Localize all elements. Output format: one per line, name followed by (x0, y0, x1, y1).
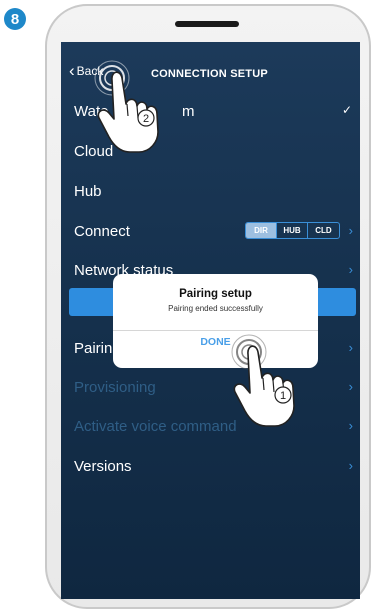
segment-cld[interactable]: CLD (308, 223, 339, 238)
menu-item-label: Pairin (74, 339, 113, 357)
menu-item-activate-voice-command: Activate voice command › (61, 407, 360, 445)
phone-screen: ‹ Back CONNECTION SETUP Wate m ✓ Cloud H… (61, 42, 360, 599)
chevron-right-icon: › (348, 379, 353, 394)
back-button[interactable]: ‹ Back (69, 61, 104, 80)
chevron-right-icon: › (348, 340, 353, 355)
page-title: CONNECTION SETUP (151, 68, 268, 80)
dialog-divider (113, 330, 318, 331)
menu-item-label: Versions (74, 457, 132, 475)
pairing-setup-dialog: Pairing setup Pairing ended successfully… (113, 274, 318, 368)
back-button-label: Back (76, 64, 104, 78)
connection-mode-segmented-control: DIR HUB CLD (245, 222, 340, 239)
navigation-bar: ‹ Back CONNECTION SETUP (61, 42, 360, 86)
chevron-right-icon: › (348, 418, 353, 433)
phone-speaker (175, 21, 239, 27)
chevron-right-icon: › (348, 223, 353, 238)
chevron-right-icon: › (348, 458, 353, 473)
menu-item-hub[interactable]: Hub (61, 172, 360, 210)
checkmark-icon: ✓ (341, 103, 352, 117)
dialog-title: Pairing setup (179, 288, 252, 300)
menu-item-water-system[interactable]: Wate m ✓ (61, 92, 360, 130)
menu-item-versions[interactable]: Versions › (61, 447, 360, 485)
done-button[interactable]: DONE (113, 336, 318, 348)
segment-hub[interactable]: HUB (277, 223, 308, 238)
step-number-badge: 8 (4, 8, 26, 30)
menu-item-label: Activate voice command (74, 417, 237, 435)
menu-item-label: Cloud (74, 142, 114, 160)
segment-dir[interactable]: DIR (246, 223, 277, 238)
dialog-message: Pairing ended successfully (168, 304, 263, 313)
menu-item-label: Provisioning (74, 378, 156, 396)
chevron-right-icon: › (348, 262, 353, 277)
menu-item-label: Connect (74, 222, 130, 240)
menu-item-connect: Connect DIR HUB CLD › (61, 212, 360, 250)
menu-item-cloud[interactable]: Cloud (61, 132, 360, 170)
menu-item-provisioning: Provisioning › (61, 368, 360, 406)
menu-item-label: Wate (74, 102, 109, 120)
phone-frame: ‹ Back CONNECTION SETUP Wate m ✓ Cloud H… (45, 4, 371, 609)
menu-item-label: Hub (74, 182, 102, 200)
chevron-left-icon: ‹ (69, 61, 75, 80)
menu-item-label-tail: m (182, 102, 195, 120)
